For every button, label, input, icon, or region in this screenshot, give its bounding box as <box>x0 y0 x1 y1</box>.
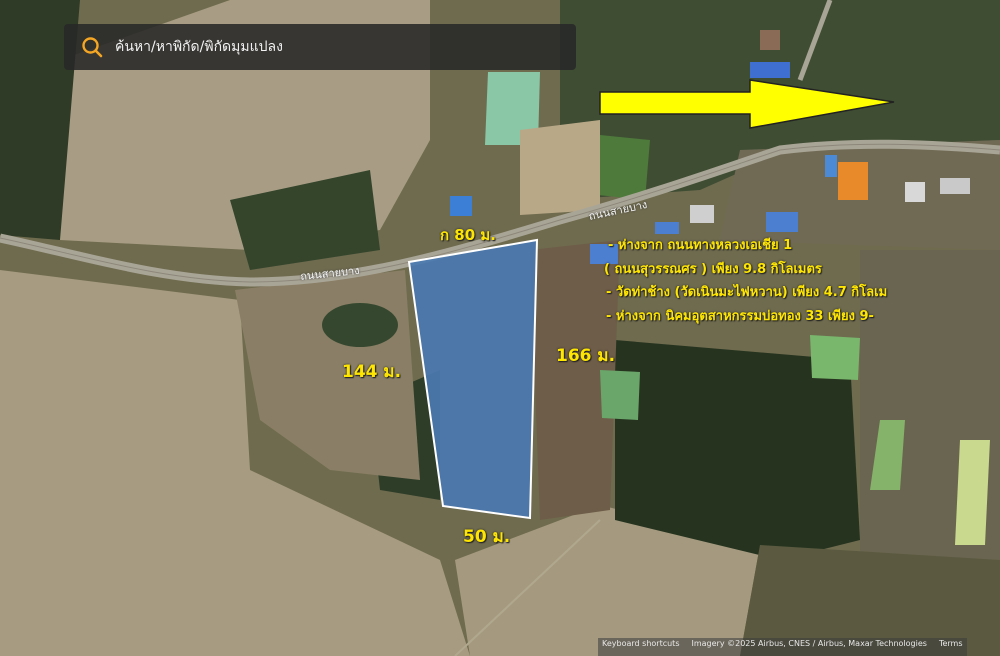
info-line: - ห่างจาก ถนนทางหลวงเอเชีย 1 <box>608 238 793 253</box>
search-bar[interactable]: ค้นหา/หาพิกัด/พิกัดมุมแปลง <box>64 24 576 70</box>
info-line: - ห่างจาก นิคมอุตสาหกรรมบ่อทอง 33 เพียง … <box>606 308 874 324</box>
location-info: - ห่างจาก ถนนทางหลวงเอเชีย 1 ( ถนนสุวรรณ… <box>600 234 887 328</box>
direction-arrow-icon <box>599 79 895 129</box>
search-placeholder[interactable]: ค้นหา/หาพิกัด/พิกัดมุมแปลง <box>115 36 283 58</box>
satellite-map[interactable]: ค้นหา/หาพิกัด/พิกัดมุมแปลง ถนนสายบาง ถนน… <box>0 0 1000 656</box>
map-attribution: Keyboard shortcuts Imagery ©2025 Airbus,… <box>598 638 967 656</box>
plot-top-dimension: ก 80 ม. <box>440 226 496 244</box>
imagery-credit: Imagery ©2025 Airbus, CNES / Airbus, Max… <box>691 639 927 648</box>
info-line: - วัดท่าช้าง (วัดเนินมะไฟหวาน) เพียง 4.7… <box>606 285 888 300</box>
plot-bottom-dimension: 50 ม. <box>463 527 511 547</box>
plot-left-dimension: 144 ม. <box>342 362 402 382</box>
info-line: ( ถนนสุวรรณศร ) เพียง 9.8 กิโลเมตร <box>604 261 822 277</box>
plot-right-dimension: 166 ม. <box>556 346 616 366</box>
search-icon[interactable] <box>81 36 103 58</box>
keyboard-shortcuts-link[interactable]: Keyboard shortcuts <box>602 639 679 655</box>
terms-link[interactable]: Terms <box>939 639 963 655</box>
